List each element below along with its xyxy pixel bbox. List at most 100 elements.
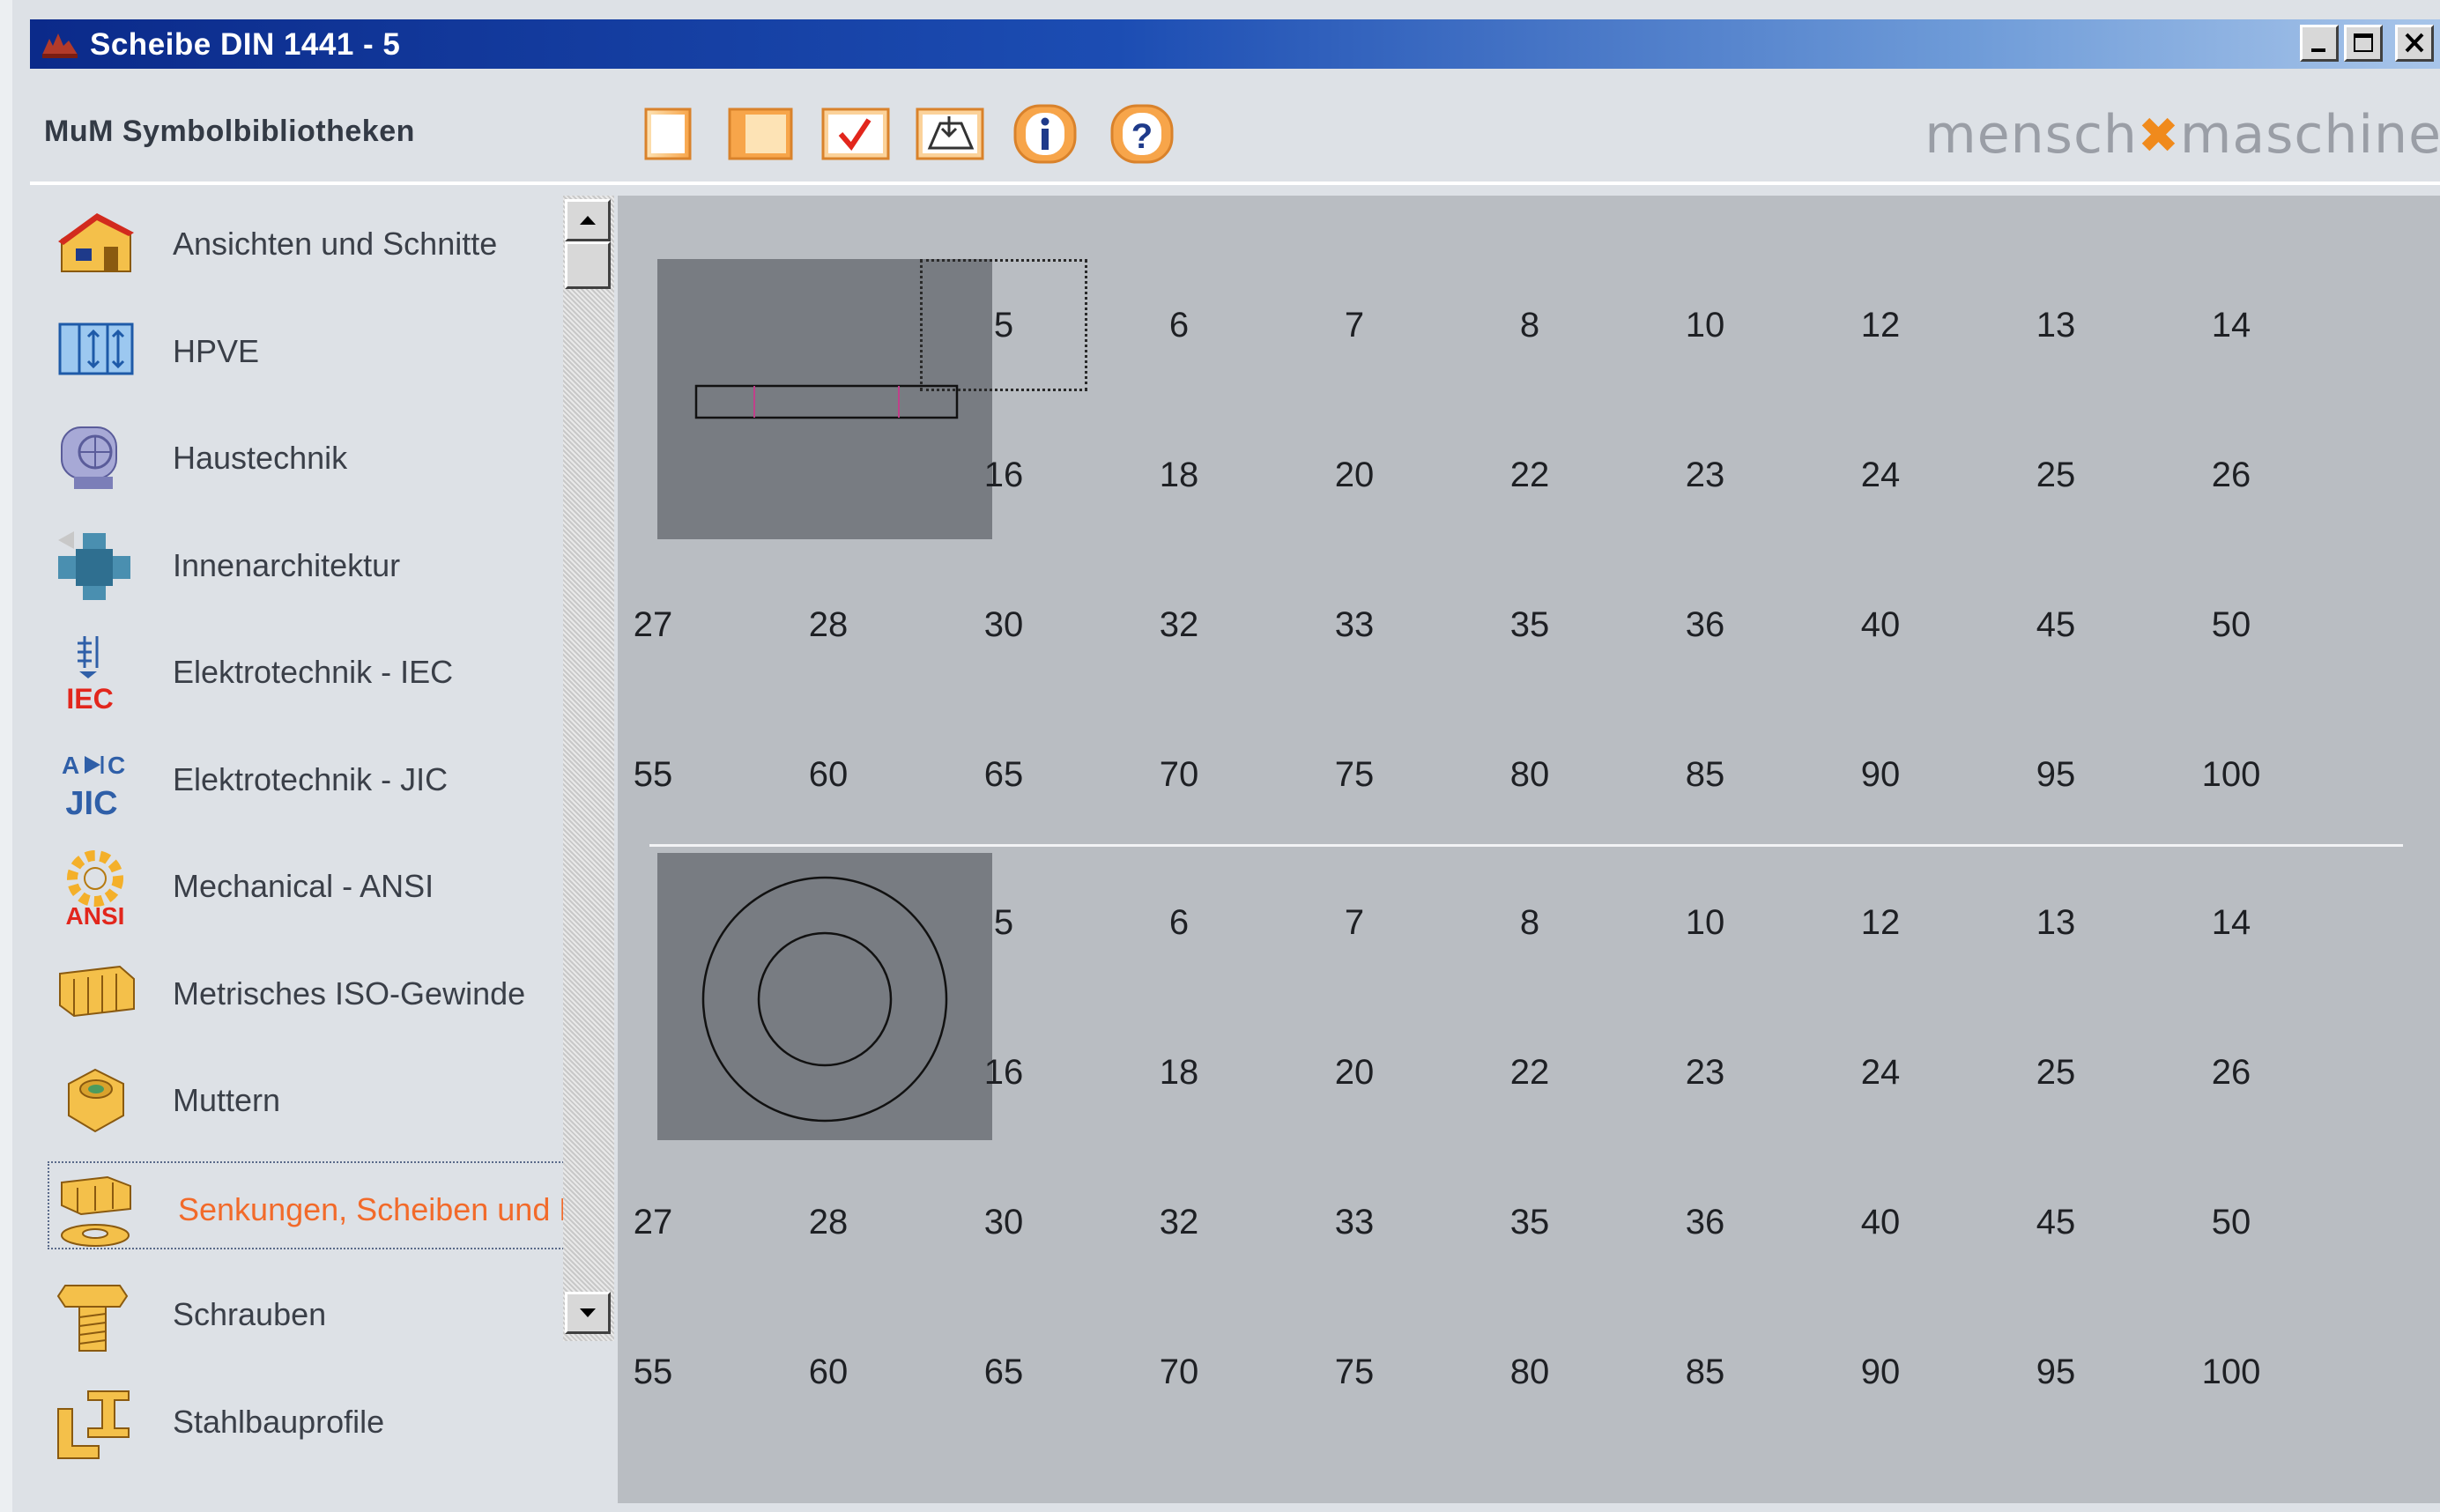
size-option-side[interactable]: 25 [1972,409,2140,541]
size-option-top[interactable]: 45 [1972,1156,2140,1288]
library-label: MuM Symbolbibliotheken [44,115,415,148]
size-option-top[interactable]: 20 [1271,1006,1438,1138]
size-option-side[interactable]: 26 [2147,409,2315,541]
size-option-side[interactable]: 27 [569,559,737,691]
size-option-top[interactable]: 8 [1446,856,1613,989]
size-option-side[interactable]: 10 [1621,259,1789,391]
size-option-top[interactable]: 24 [1797,1006,1964,1138]
size-option-side[interactable]: 45 [1972,559,2140,691]
size-option-side[interactable]: 80 [1446,708,1613,841]
maximize-button[interactable] [2344,25,2383,62]
size-option-side[interactable]: 70 [1095,708,1263,841]
size-option-side[interactable]: 7 [1271,259,1438,391]
size-option-top[interactable]: 55 [569,1306,737,1438]
size-option-top[interactable]: 95 [1972,1306,2140,1438]
size-option-side[interactable]: 55 [569,708,737,841]
size-option-side[interactable]: 14 [2147,259,2315,391]
size-option-side[interactable]: 6 [1095,259,1263,391]
size-option-top[interactable]: 23 [1621,1006,1789,1138]
size-option-top[interactable]: 36 [1621,1156,1789,1288]
info-icon[interactable] [1010,104,1080,164]
sidebar-item[interactable]: Schrauben [48,1268,567,1356]
sidebar-item[interactable]: IEC Elektrotechnik - IEC [48,626,567,715]
new-icon[interactable] [642,104,695,164]
scroll-thumb[interactable] [565,241,611,289]
size-option-top[interactable]: 80 [1446,1306,1613,1438]
size-option-top[interactable]: 16 [920,1006,1087,1138]
size-option-top[interactable]: 22 [1446,1006,1613,1138]
size-option-top[interactable]: 6 [1095,856,1263,989]
size-option-side[interactable]: 100 [2147,708,2315,841]
size-option-side[interactable]: 33 [1271,559,1438,691]
size-option-top[interactable]: 18 [1095,1006,1263,1138]
check-icon[interactable] [820,104,894,164]
size-option-side[interactable]: 24 [1797,409,1964,541]
size-option-top[interactable]: 50 [2147,1156,2315,1288]
sidebar-item[interactable]: Stahlbauprofile [48,1375,567,1464]
size-option-top[interactable]: 7 [1271,856,1438,989]
size-option-top[interactable]: 35 [1446,1156,1613,1288]
sidebar-item[interactable]: Senkungen, Scheiben und Du [48,1160,567,1249]
size-option-side[interactable]: 28 [745,559,912,691]
open-icon[interactable] [726,104,797,164]
size-option-top[interactable]: 25 [1972,1006,2140,1138]
sidebar-item[interactable]: HPVE [48,305,567,393]
help-icon[interactable]: ? [1107,104,1177,164]
sidebar-item[interactable]: Haustechnik [48,411,567,500]
sidebar-item[interactable]: Metrisches ISO-Gewinde [48,947,567,1035]
size-option-side[interactable]: 75 [1271,708,1438,841]
size-option-side[interactable]: 95 [1972,708,2140,841]
size-option-top[interactable]: 26 [2147,1006,2315,1138]
sidebar-item[interactable]: ANSI Mechanical - ANSI [48,840,567,930]
size-option-side[interactable]: 5 [920,259,1087,391]
size-option-side[interactable]: 8 [1446,259,1613,391]
close-button[interactable] [2395,25,2434,62]
size-option-side[interactable]: 85 [1621,708,1789,841]
scroll-up-button[interactable] [565,199,611,241]
size-option-side[interactable]: 60 [745,708,912,841]
size-option-side[interactable]: 65 [920,708,1087,841]
size-option-top[interactable]: 85 [1621,1306,1789,1438]
minimize-button[interactable] [2300,25,2339,62]
sidebar-item[interactable]: Muttern [48,1054,567,1142]
size-option-side[interactable]: 36 [1621,559,1789,691]
size-option-top[interactable]: 30 [920,1156,1087,1288]
size-option-top[interactable]: 70 [1095,1306,1263,1438]
size-option-side[interactable]: 40 [1797,559,1964,691]
size-option-side[interactable]: 16 [920,409,1087,541]
size-option-top[interactable]: 5 [920,856,1087,989]
title-bar[interactable]: Scheibe DIN 1441 - 5 [30,19,2440,69]
sidebar-item[interactable]: Ansichten und Schnitte [48,197,567,285]
size-option-side[interactable]: 22 [1446,409,1613,541]
size-option-top[interactable]: 14 [2147,856,2315,989]
size-option-side[interactable]: 30 [920,559,1087,691]
size-option-side[interactable]: 12 [1797,259,1964,391]
size-option-top[interactable]: 32 [1095,1156,1263,1288]
size-option-side[interactable]: 32 [1095,559,1263,691]
size-option-side[interactable]: 35 [1446,559,1613,691]
size-option-top[interactable]: 60 [745,1306,912,1438]
size-option-side[interactable]: 50 [2147,559,2315,691]
size-option-side[interactable]: 13 [1972,259,2140,391]
size-option-side[interactable]: 18 [1095,409,1263,541]
size-option-top[interactable]: 40 [1797,1156,1964,1288]
ansi-icon: ANSI [53,847,137,930]
size-option-top[interactable]: 90 [1797,1306,1964,1438]
size-option-top[interactable]: 28 [745,1156,912,1288]
size-option-top[interactable]: 13 [1972,856,2140,989]
size-option-top[interactable]: 27 [569,1156,737,1288]
insert-icon[interactable] [914,104,988,164]
size-option-top[interactable]: 65 [920,1306,1087,1438]
size-option-side[interactable]: 20 [1271,409,1438,541]
sidebar-item[interactable]: A C JIC Elektrotechnik - JIC [48,733,567,822]
size-option-top[interactable]: 12 [1797,856,1964,989]
sidebar-item[interactable]: Innenarchitektur [48,519,567,607]
size-option-top[interactable]: 100 [2147,1306,2315,1438]
iec-icon: IEC [53,633,137,715]
size-option-side[interactable]: 90 [1797,708,1964,841]
steel-profile-icon [53,1382,137,1464]
size-option-top[interactable]: 10 [1621,856,1789,989]
size-option-top[interactable]: 75 [1271,1306,1438,1438]
size-option-top[interactable]: 33 [1271,1156,1438,1288]
size-option-side[interactable]: 23 [1621,409,1789,541]
